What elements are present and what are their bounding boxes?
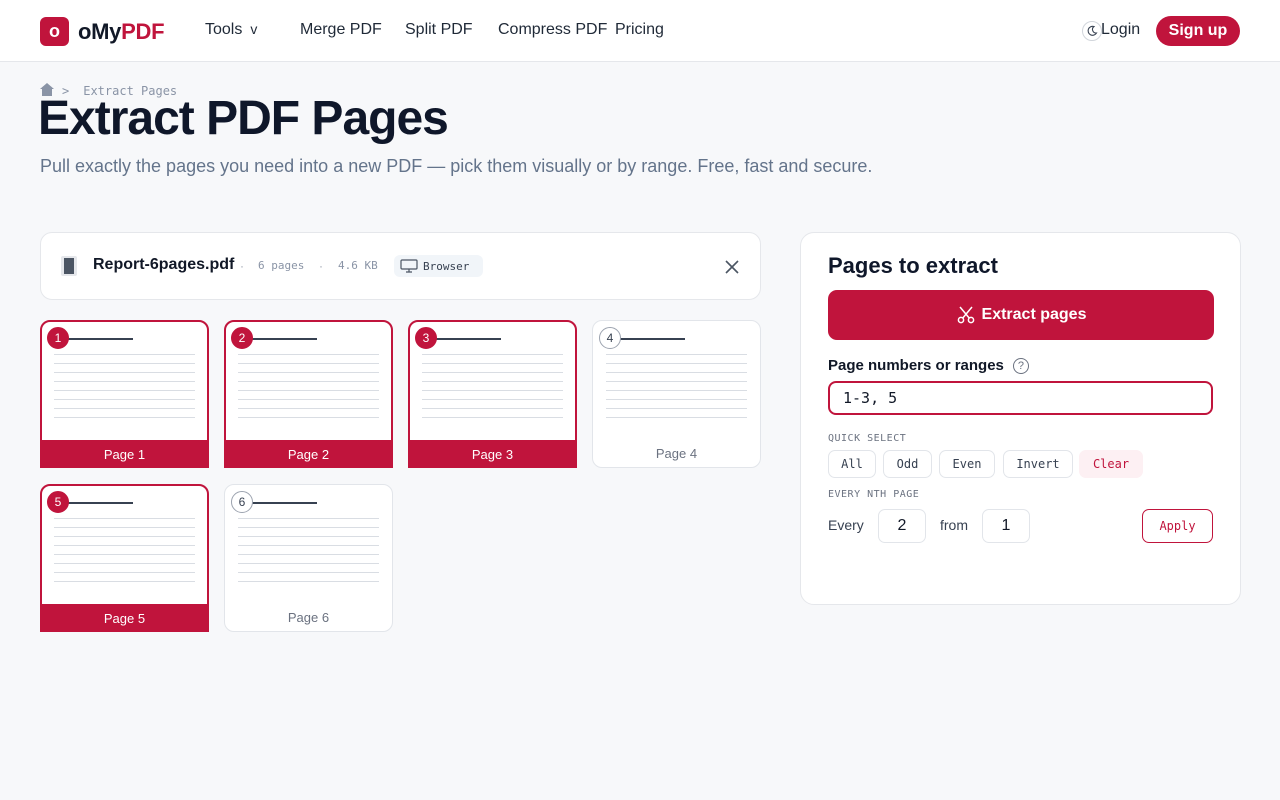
page-text-lines [54,354,195,426]
extract-options-panel: Pages to extract Extract pages Page numb… [800,232,1241,605]
page-card-6[interactable]: 6 Page 6 [224,484,393,632]
page-card-4[interactable]: 4 Page 4 [592,320,761,468]
page-label: Page 5 [42,604,207,630]
page-label: Page 2 [226,440,391,466]
page-card-1[interactable]: 1 Page 1 [40,320,209,468]
extract-pages-button[interactable]: Extract pages [828,290,1214,340]
page-number-badge: 3 [415,327,437,349]
page-number-badge: 1 [47,327,69,349]
nav-tools-menu[interactable]: Tools v [205,21,257,39]
meta-separator: · [319,259,323,273]
page-subtitle: Pull exactly the pages you need into a n… [40,156,873,176]
processing-location-badge: Browser [394,255,484,277]
logo-mark: o [40,17,69,46]
quick-select-heading: QUICK SELECT [828,433,907,444]
file-size: 4.6 KB [338,259,378,272]
quick-select-all-button[interactable]: All [828,450,876,478]
page-card-2[interactable]: 2 Page 2 [224,320,393,468]
page-text-lines [422,354,563,426]
page-label: Page 3 [410,440,575,466]
page-title: Extract PDF Pages [38,92,449,145]
page-text-lines [606,354,747,426]
page-number-badge: 2 [231,327,253,349]
from-page-input[interactable] [982,509,1030,543]
extract-pages-label: Extract pages [981,306,1087,323]
nth-page-heading: EVERY NTH PAGE [828,489,920,500]
page-heading-line [249,338,317,340]
page-label: Page 4 [655,445,698,461]
help-icon[interactable]: ? [1012,357,1029,374]
file-info-bar: Report-6pages.pdf · 6 pages · 4.6 KB Bro… [40,232,761,300]
every-nth-input[interactable] [878,509,926,543]
page-range-input[interactable] [828,381,1213,415]
page-number-badge: 4 [599,327,621,349]
quick-select-clear-button[interactable]: Clear [1079,450,1143,478]
top-nav-bar: o oMyPDF Tools v Merge PDF Split PDF Comp… [0,0,1280,62]
file-page-count: 6 pages [258,259,305,272]
nav-pricing[interactable]: Pricing [615,21,664,39]
logo-prefix: oMy [78,18,122,44]
nav-merge-pdf[interactable]: Merge PDF [300,21,382,39]
signup-button[interactable]: Sign up [1156,16,1240,46]
remove-file-button[interactable] [722,257,742,277]
meta-separator: · [240,259,244,273]
page-heading-line [433,338,501,340]
file-name: Report-6pages.pdf [93,256,235,273]
page-heading-line [65,502,133,504]
moon-icon[interactable] [1082,21,1102,41]
scissors-icon [957,306,974,324]
page-label: Page 6 [287,609,330,625]
page-heading-line [617,338,685,340]
page-label: Page 1 [42,440,207,466]
page-text-lines [238,518,379,590]
logo[interactable]: o oMyPDF [40,17,165,46]
quick-select-even-button[interactable]: Even [939,450,995,478]
page-number-badge: 5 [47,491,69,513]
every-label: Every [828,517,864,533]
logo-accent: PDF [121,18,165,44]
from-label: from [940,517,968,533]
badge-label: Browser [423,259,470,273]
page-text-lines [54,518,195,590]
range-field-label: Page numbers or ranges ? [828,357,1029,374]
page-heading-line [249,502,317,504]
logo-text: oMyPDF [78,18,165,45]
nav-compress-pdf[interactable]: Compress PDF [498,21,607,39]
chevron-down-icon: v [250,21,258,37]
monitor-icon [400,259,418,273]
quick-select-odd-button[interactable]: Odd [883,450,932,478]
quick-select-invert-button[interactable]: Invert [1003,450,1073,478]
file-icon [61,256,77,276]
page-card-3[interactable]: 3 Page 3 [408,320,577,468]
range-label-text: Page numbers or ranges [828,357,1004,374]
apply-nth-button[interactable]: Apply [1142,509,1213,543]
page-text-lines [238,354,379,426]
close-icon [725,260,739,274]
nav-tools-label: Tools [205,21,243,38]
panel-title: Pages to extract [828,253,998,278]
page-card-5[interactable]: 5 Page 5 [40,484,209,632]
nav-split-pdf[interactable]: Split PDF [405,21,473,39]
page-heading-line [65,338,133,340]
page-number-badge: 6 [231,491,253,513]
login-link[interactable]: Login [1101,21,1140,39]
